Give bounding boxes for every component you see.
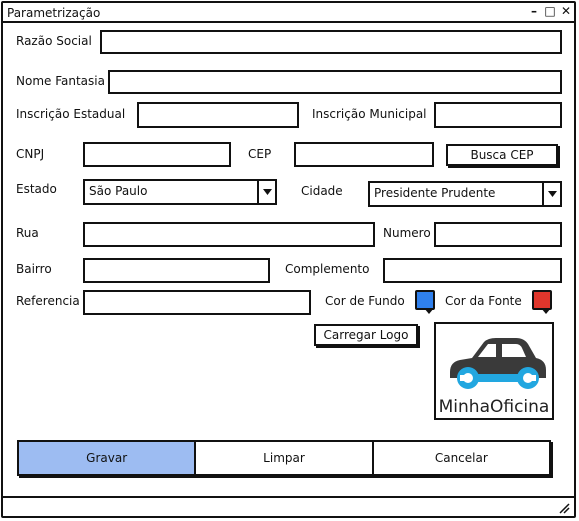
chevron-down-icon[interactable] [257, 181, 275, 203]
close-icon[interactable]: ✕ [560, 4, 572, 18]
inscricao-estadual-label: Inscrição Estadual [16, 107, 126, 121]
company-logo: MinhaOficina [434, 322, 554, 420]
numero-label: Numero [383, 226, 431, 240]
cep-input[interactable] [294, 142, 434, 167]
busca-cep-button[interactable]: Busca CEP [446, 144, 558, 166]
cnpj-label: CNPJ [16, 147, 45, 161]
window-title: Parametrização [7, 6, 101, 20]
estado-value: São Paulo [89, 184, 148, 198]
inscricao-municipal-label: Inscrição Municipal [312, 107, 427, 121]
cnpj-input[interactable] [83, 142, 231, 167]
complemento-input[interactable] [383, 258, 562, 283]
razao-social-label: Razão Social [16, 34, 92, 48]
cep-label: CEP [248, 147, 272, 161]
minimize-icon[interactable]: – [528, 4, 540, 18]
cor-de-fundo-picker[interactable] [415, 290, 435, 314]
nome-fantasia-label: Nome Fantasia [16, 74, 105, 88]
cor-da-fonte-label: Cor da Fonte [445, 294, 522, 308]
gravar-button[interactable]: Gravar [19, 442, 195, 474]
numero-input[interactable] [434, 222, 562, 247]
referencia-input[interactable] [83, 290, 311, 315]
cor-de-fundo-label: Cor de Fundo [325, 294, 405, 308]
inscricao-municipal-input[interactable] [434, 102, 562, 128]
inscricao-estadual-input[interactable] [137, 102, 299, 128]
action-bar: Gravar Limpar Cancelar [17, 440, 551, 476]
resize-grip-icon[interactable] [558, 502, 570, 514]
carregar-logo-button[interactable]: Carregar Logo [314, 324, 418, 346]
estado-label: Estado [16, 182, 57, 196]
cor-da-fonte-picker[interactable] [532, 290, 552, 314]
cancelar-button[interactable]: Cancelar [371, 442, 549, 474]
cidade-value: Presidente Prudente [374, 186, 496, 200]
limpar-button[interactable]: Limpar [194, 442, 371, 474]
window-controls: – □ ✕ [528, 4, 572, 18]
estado-select[interactable]: São Paulo [83, 179, 277, 205]
referencia-label: Referencia [16, 294, 80, 308]
maximize-icon[interactable]: □ [544, 4, 556, 18]
nome-fantasia-input[interactable] [108, 70, 562, 94]
title-bar: Parametrização – □ ✕ [3, 3, 574, 23]
rua-input[interactable] [83, 222, 375, 247]
rua-label: Rua [16, 226, 39, 240]
cidade-select[interactable]: Presidente Prudente [368, 181, 562, 207]
status-bar [3, 496, 574, 516]
bairro-input[interactable] [83, 258, 270, 283]
chevron-down-icon[interactable] [542, 183, 560, 205]
chevron-down-icon [424, 308, 434, 314]
bairro-label: Bairro [16, 262, 52, 276]
razao-social-input[interactable] [100, 30, 562, 54]
logo-text: MinhaOficina [439, 397, 550, 417]
cidade-label: Cidade [301, 184, 343, 198]
complemento-label: Complemento [285, 262, 370, 276]
car-wrench-logo-icon: MinhaOficina [439, 338, 550, 417]
chevron-down-icon [541, 308, 551, 314]
